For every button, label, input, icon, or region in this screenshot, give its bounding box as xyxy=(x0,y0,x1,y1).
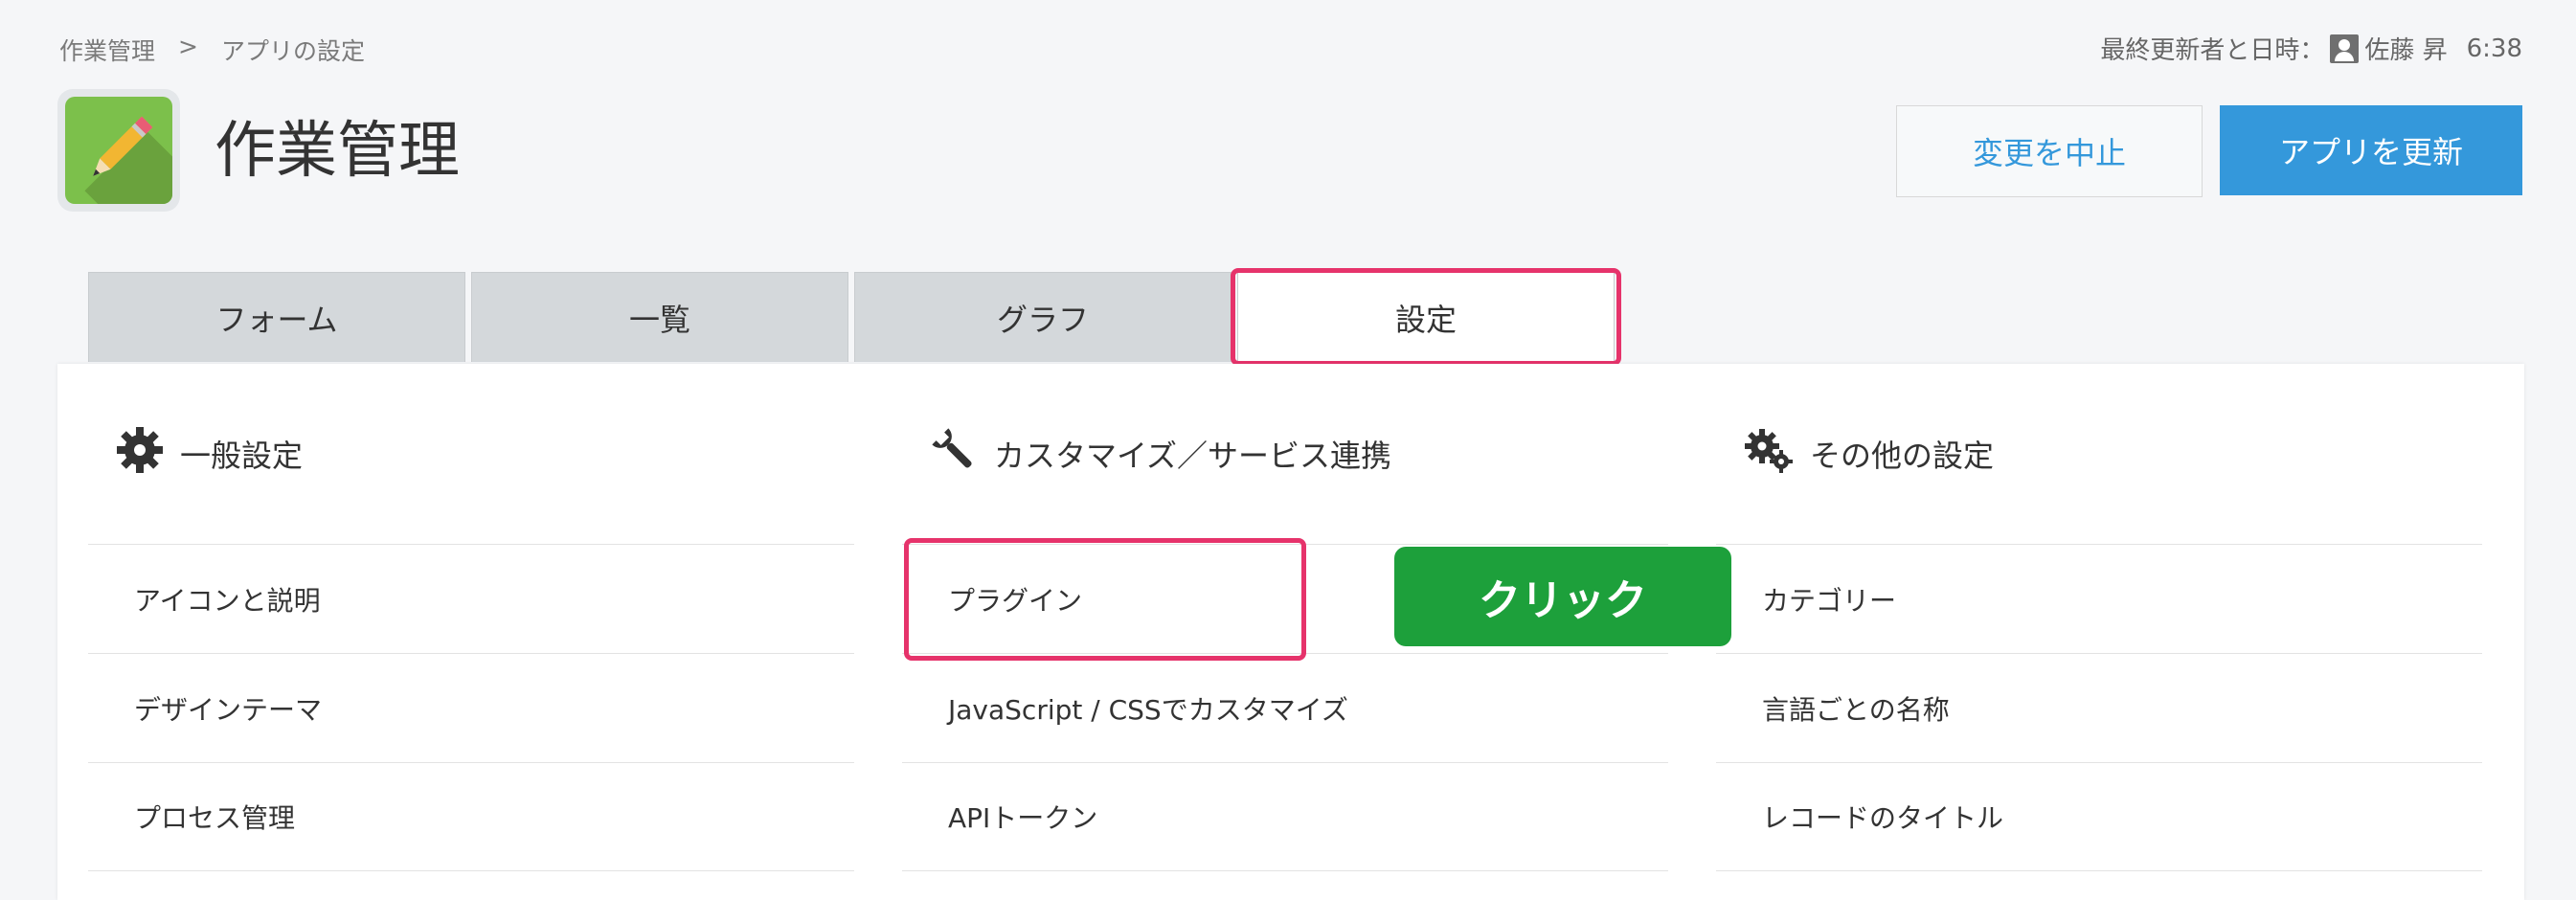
last-updated-label: 最終更新者と日時： xyxy=(2100,36,2325,65)
tab-graph[interactable]: グラフ xyxy=(854,272,1232,362)
section-title: カスタマイズ／サービス連携 xyxy=(994,438,1392,474)
section-other: その他の設定 カテゴリー 言語ごとの名称 レコードのタイトル xyxy=(1716,364,2482,871)
settings-link-localized-names[interactable]: 言語ごとの名称 xyxy=(1716,653,2482,762)
app-title: 作業管理 xyxy=(215,116,460,187)
last-updated-time: 6:38 xyxy=(2466,34,2522,63)
pencil-icon xyxy=(65,97,172,204)
settings-link-design-theme[interactable]: デザインテーマ xyxy=(88,653,854,762)
settings-link-category[interactable]: カテゴリー xyxy=(1716,544,2482,653)
section-heading: カスタマイズ／サービス連携 xyxy=(902,364,1668,544)
last-updated-user[interactable]: 佐藤 昇 xyxy=(2364,31,2447,66)
gear-icon xyxy=(115,425,165,483)
section-title: 一般設定 xyxy=(180,438,304,474)
user-icon xyxy=(2330,34,2360,63)
update-app-button[interactable]: アプリを更新 xyxy=(2220,105,2522,195)
click-callout: クリック xyxy=(1394,547,1731,646)
settings-link-process-management[interactable]: プロセス管理 xyxy=(88,762,854,871)
settings-link-javascript-css[interactable]: JavaScript / CSSでカスタマイズ xyxy=(902,653,1668,762)
settings-link-api-token[interactable]: APIトークン xyxy=(902,762,1668,871)
cancel-changes-button[interactable]: 変更を中止 xyxy=(1896,105,2203,197)
tab-settings-highlight xyxy=(1231,268,1621,366)
breadcrumb-separator: > xyxy=(178,33,198,60)
section-heading: 一般設定 xyxy=(88,364,854,544)
breadcrumb-current: アプリの設定 xyxy=(220,37,365,65)
breadcrumb: 作業管理 > アプリの設定 xyxy=(59,33,365,67)
section-heading: その他の設定 xyxy=(1716,364,2482,544)
section-general: 一般設定 アイコンと説明 デザインテーマ プロセス管理 xyxy=(88,364,854,871)
last-updated-info: 最終更新者と日時： 佐藤 昇 6:38 xyxy=(2100,31,2522,66)
settings-link-icon-description[interactable]: アイコンと説明 xyxy=(88,544,854,653)
tab-list[interactable]: 一覧 xyxy=(471,272,848,362)
wrench-icon xyxy=(929,425,979,483)
breadcrumb-app-link[interactable]: 作業管理 xyxy=(59,33,155,67)
gears-icon xyxy=(1743,425,1795,483)
section-title: その他の設定 xyxy=(1810,438,1995,474)
plugin-highlight xyxy=(904,538,1306,661)
tab-form[interactable]: フォーム xyxy=(88,272,465,362)
settings-link-record-title[interactable]: レコードのタイトル xyxy=(1716,762,2482,871)
